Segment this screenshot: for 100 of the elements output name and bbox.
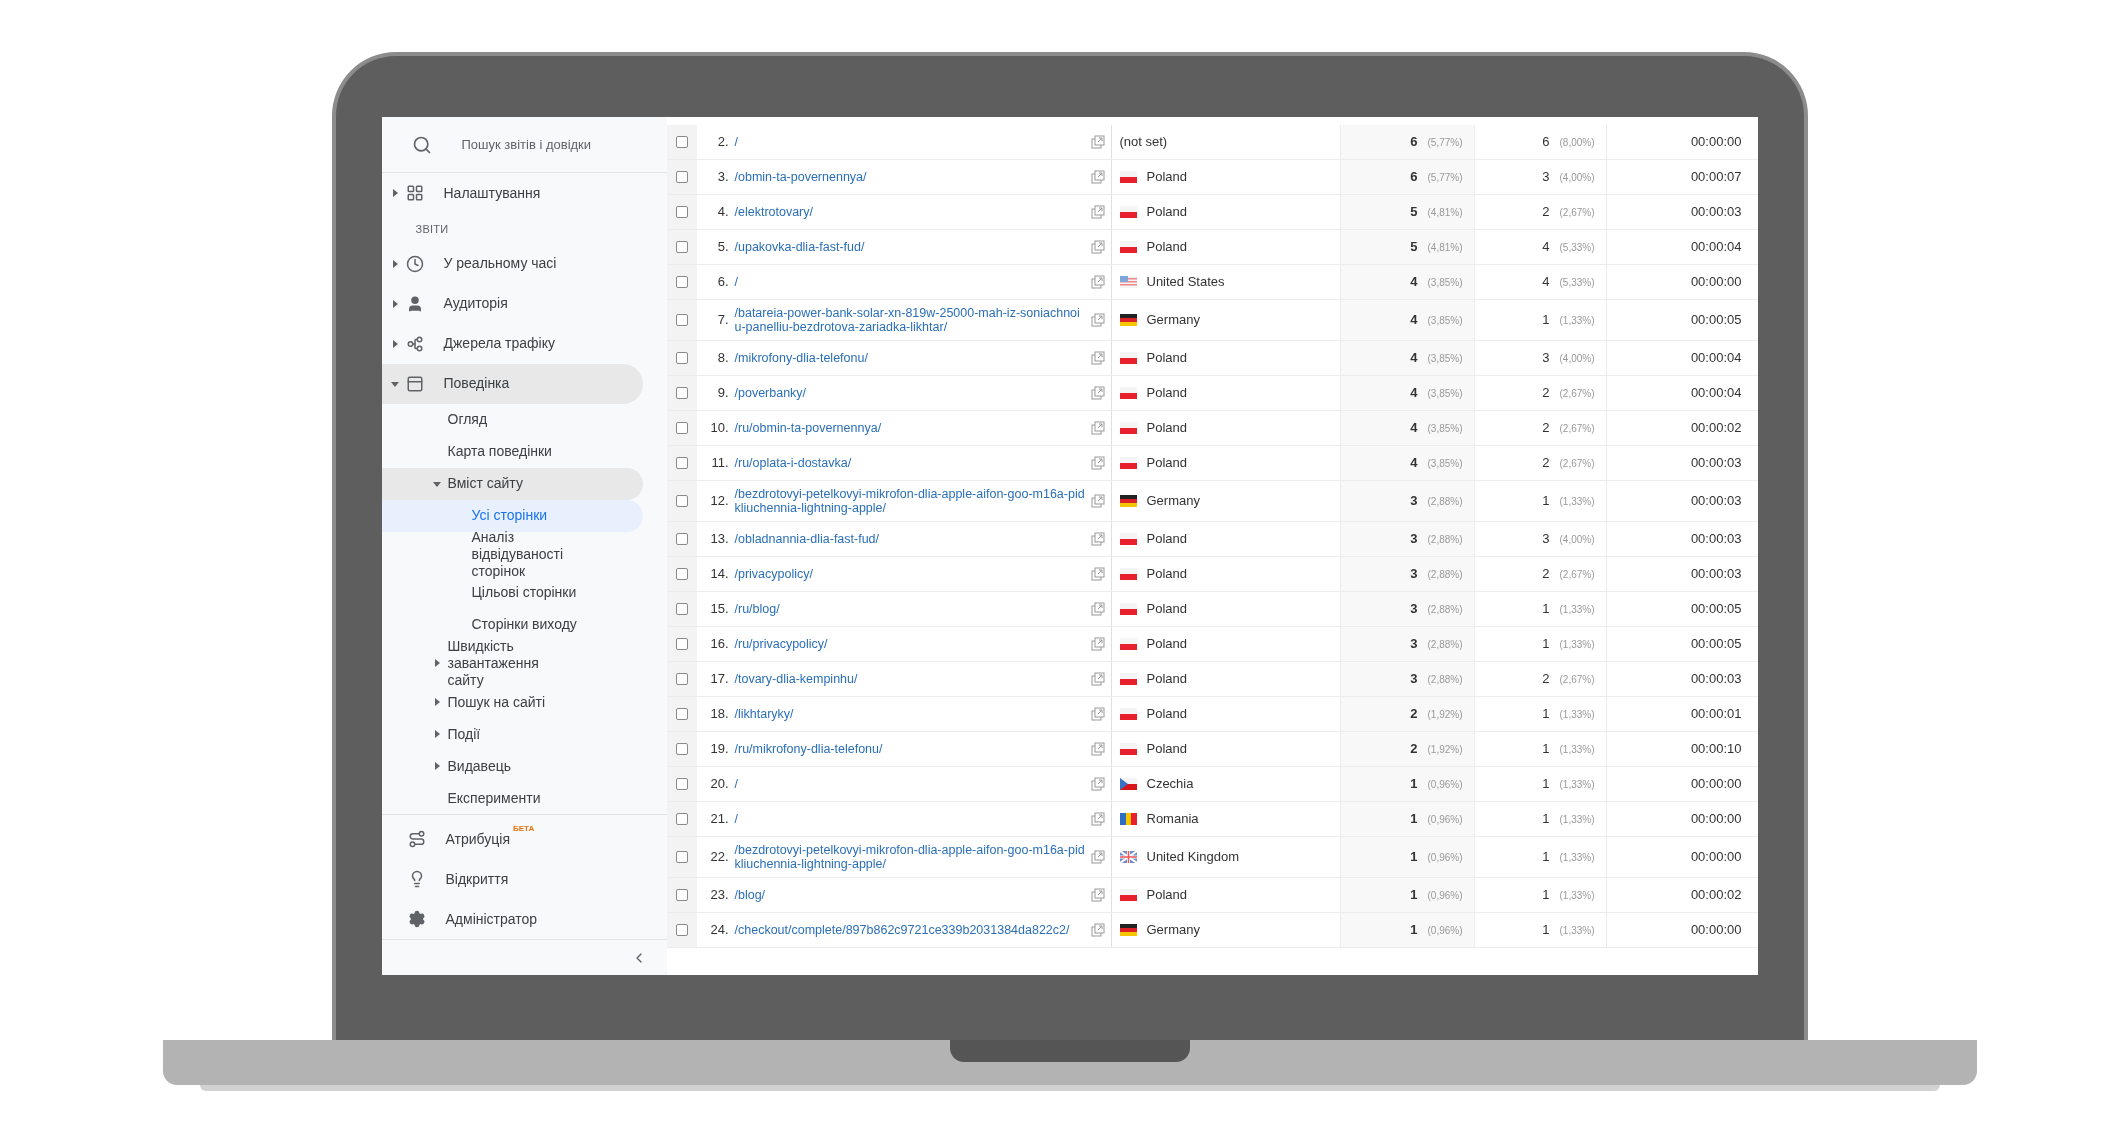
page-link[interactable]: /ru/privacypolicy/ xyxy=(734,637,1087,651)
row-checkbox[interactable] xyxy=(675,171,688,183)
row-checkbox[interactable] xyxy=(675,241,688,253)
row-checkbox[interactable] xyxy=(675,276,688,288)
page-link[interactable]: / xyxy=(734,135,1087,149)
page-link[interactable]: /batareia-power-bank-solar-xn-819w-25000-mah-iz-soniachnoiu-panelliu-bezdrotova-zariadka-likhtar/ xyxy=(734,306,1087,334)
nav-item[interactable]: Атрибуція БЕТА xyxy=(381,819,667,859)
page-link[interactable]: /privacypolicy/ xyxy=(734,567,1087,581)
open-page-icon[interactable] xyxy=(1090,240,1105,254)
open-page-icon[interactable] xyxy=(1090,494,1105,508)
page-link[interactable]: /elektrotovary/ xyxy=(734,205,1087,219)
row-checkbox[interactable] xyxy=(675,352,688,364)
row-checkbox[interactable] xyxy=(675,743,688,755)
flag-icon xyxy=(1119,457,1137,469)
open-page-icon[interactable] xyxy=(1090,386,1105,400)
page-link[interactable]: /ru/oplata-i-dostavka/ xyxy=(734,456,1087,470)
row-checkbox[interactable] xyxy=(675,778,688,790)
country-name: Czechia xyxy=(1146,775,1194,794)
open-page-icon[interactable] xyxy=(1090,313,1105,327)
sessions-value: 3 xyxy=(1410,635,1418,654)
open-page-icon[interactable] xyxy=(1090,567,1105,581)
open-page-icon[interactable] xyxy=(1090,421,1105,435)
open-page-icon[interactable] xyxy=(1090,275,1105,289)
page-link[interactable]: / xyxy=(734,812,1087,826)
open-page-icon[interactable] xyxy=(1090,672,1105,686)
row-checkbox[interactable] xyxy=(675,708,688,720)
page-link[interactable]: /mikrofony-dlia-telefonu/ xyxy=(734,351,1087,365)
row-checkbox[interactable] xyxy=(675,924,688,936)
search-field[interactable]: Пошук звітів і довідки xyxy=(461,134,642,155)
nav-item[interactable]: Події xyxy=(381,718,643,750)
nav-item[interactable]: Налаштування xyxy=(381,173,643,213)
nav-item[interactable]: Вміст сайту xyxy=(381,467,643,500)
users-percent: (4,00%) xyxy=(1559,351,1596,366)
open-page-icon[interactable] xyxy=(1090,923,1105,937)
page-link[interactable]: /ru/blog/ xyxy=(734,602,1087,616)
open-page-icon[interactable] xyxy=(1090,205,1105,219)
open-page-icon[interactable] xyxy=(1090,850,1105,864)
nav-item[interactable]: Поведінка xyxy=(381,363,643,404)
nav-item[interactable]: Аналіз відвідуваності сторінок xyxy=(381,531,643,577)
page-link[interactable]: /bezdrotovyi-petelkovyi-mikrofon-dlia-apple-aifon-goo-m16a-pidkliuchennia-lightning-apple/ xyxy=(734,843,1087,871)
row-checkbox[interactable] xyxy=(675,533,688,545)
users-percent: (4,00%) xyxy=(1559,532,1596,547)
row-checkbox[interactable] xyxy=(675,136,688,148)
nav-item[interactable]: Усі сторінки xyxy=(381,499,643,532)
page-link[interactable]: / xyxy=(734,275,1087,289)
row-checkbox[interactable] xyxy=(675,422,688,434)
open-page-icon[interactable] xyxy=(1090,812,1105,826)
open-page-icon[interactable] xyxy=(1090,742,1105,756)
country-name: Poland xyxy=(1146,203,1187,222)
page-link[interactable]: /obmin-ta-povernennya/ xyxy=(734,170,1087,184)
row-checkbox[interactable] xyxy=(675,206,688,218)
row-checkbox[interactable] xyxy=(675,851,688,863)
row-checkbox[interactable] xyxy=(675,314,688,326)
row-checkbox[interactable] xyxy=(675,457,688,469)
open-page-icon[interactable] xyxy=(1090,707,1105,721)
sessions-value: 4 xyxy=(1410,454,1418,473)
page-link[interactable]: /blog/ xyxy=(734,888,1087,902)
nav-item[interactable]: Сторінки виходу xyxy=(381,608,643,641)
page-link[interactable]: /checkout/complete/897b862c9721ce339b2031384da822c2/ xyxy=(734,923,1087,937)
open-page-icon[interactable] xyxy=(1090,532,1105,546)
open-page-icon[interactable] xyxy=(1090,637,1105,651)
open-page-icon[interactable] xyxy=(1090,888,1105,902)
nav-item[interactable]: Швидкість завантаження сайту xyxy=(381,640,643,686)
nav-item[interactable]: Видавець xyxy=(381,750,643,782)
row-checkbox[interactable] xyxy=(675,673,688,685)
nav-item[interactable]: Огляд xyxy=(381,403,643,436)
page-link[interactable]: /tovary-dlia-kempinhu/ xyxy=(734,672,1087,686)
page-link[interactable]: /obladnannia-dlia-fast-fud/ xyxy=(734,532,1087,546)
open-page-icon[interactable] xyxy=(1090,777,1105,791)
nav-item[interactable]: Джерела трафіку xyxy=(381,323,643,364)
page-link[interactable]: /likhtaryky/ xyxy=(734,707,1087,721)
page-link[interactable]: / xyxy=(734,777,1087,791)
row-checkbox[interactable] xyxy=(675,603,688,615)
fork-icon xyxy=(405,334,424,353)
sessions-percent: (3,85%) xyxy=(1427,386,1464,401)
open-page-icon[interactable] xyxy=(1090,456,1105,470)
page-link[interactable]: /ru/mikrofony-dlia-telefonu/ xyxy=(734,742,1087,756)
page-link[interactable]: /bezdrotovyi-petelkovyi-mikrofon-dlia-apple-aifon-goo-m16a-pidkliuchennia-lightning-apple/ xyxy=(734,487,1087,515)
page-link[interactable]: /poverbanky/ xyxy=(734,386,1087,400)
open-page-icon[interactable] xyxy=(1090,170,1105,184)
row-checkbox[interactable] xyxy=(675,813,688,825)
row-number: 7. xyxy=(717,311,729,330)
country-name: Poland xyxy=(1146,349,1187,368)
nav-item[interactable]: Відкриття xyxy=(381,859,667,899)
open-page-icon[interactable] xyxy=(1090,602,1105,616)
flag-icon xyxy=(1119,743,1137,755)
page-link[interactable]: /upakovka-dlia-fast-fud/ xyxy=(734,240,1087,254)
page-link[interactable]: /ru/obmin-ta-povernennya/ xyxy=(734,421,1087,435)
row-checkbox[interactable] xyxy=(675,495,688,507)
nav-item[interactable]: У реальному часі xyxy=(381,243,643,284)
row-checkbox[interactable] xyxy=(675,568,688,580)
nav-item[interactable]: Експерименти xyxy=(381,782,643,814)
row-checkbox[interactable] xyxy=(675,638,688,650)
open-page-icon[interactable] xyxy=(1090,351,1105,365)
open-page-icon[interactable] xyxy=(1090,135,1105,149)
row-checkbox[interactable] xyxy=(675,889,688,901)
row-checkbox[interactable] xyxy=(675,387,688,399)
nav-item[interactable]: Карта поведінки xyxy=(381,435,643,468)
nav-item[interactable]: Аудиторія xyxy=(381,283,643,324)
nav-item[interactable]: Адміністратор xyxy=(381,899,667,939)
